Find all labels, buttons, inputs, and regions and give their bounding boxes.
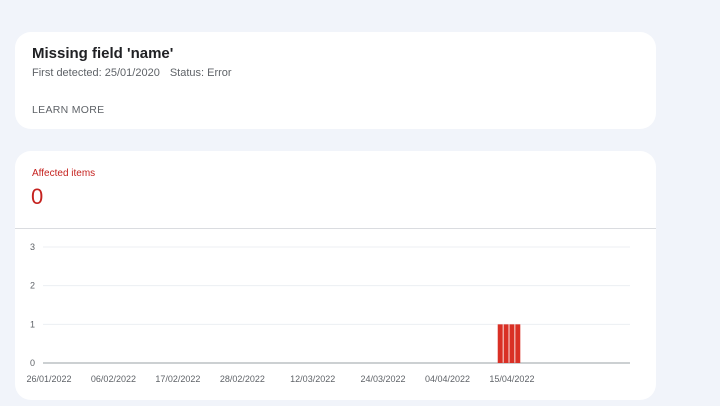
issue-title: Missing field 'name' xyxy=(32,45,174,62)
chart-bar xyxy=(497,324,503,363)
x-tick-label: 04/04/2022 xyxy=(425,374,470,384)
affected-items-chart: 0 1 2 3 26/01/2022 06/02/2022 17/02/2022 28/02/… xyxy=(26,242,630,384)
y-tick-label: 3 xyxy=(30,242,35,252)
issue-card: Missing field 'name' First detected: 25/… xyxy=(15,32,656,129)
chart-bar xyxy=(515,324,521,363)
chart-bar xyxy=(509,324,515,363)
x-tick-label: 12/03/2022 xyxy=(290,374,335,384)
x-tick-label: 28/02/2022 xyxy=(220,374,265,384)
issue-meta: First detected: 25/01/2020 Status: Error xyxy=(32,67,232,79)
x-tick-label: 06/02/2022 xyxy=(91,374,136,384)
y-tick-label: 2 xyxy=(30,281,35,291)
x-tick-label: 24/03/2022 xyxy=(360,374,405,384)
y-tick-label: 0 xyxy=(30,358,35,368)
x-tick-label: 26/01/2022 xyxy=(26,374,71,384)
x-tick-label: 17/02/2022 xyxy=(155,374,200,384)
y-tick-label: 1 xyxy=(30,319,35,329)
issue-status: Status: Error xyxy=(169,67,232,79)
affected-items-card: Affected items 0 0 1 2 3 26/01/2022 06/02/202… xyxy=(15,151,656,400)
x-tick-label: 15/04/2022 xyxy=(489,374,534,384)
chart-bar xyxy=(503,324,509,363)
first-detected: First detected: 25/01/2020 xyxy=(32,67,160,79)
learn-more-button[interactable]: LEARN MORE xyxy=(32,104,104,116)
